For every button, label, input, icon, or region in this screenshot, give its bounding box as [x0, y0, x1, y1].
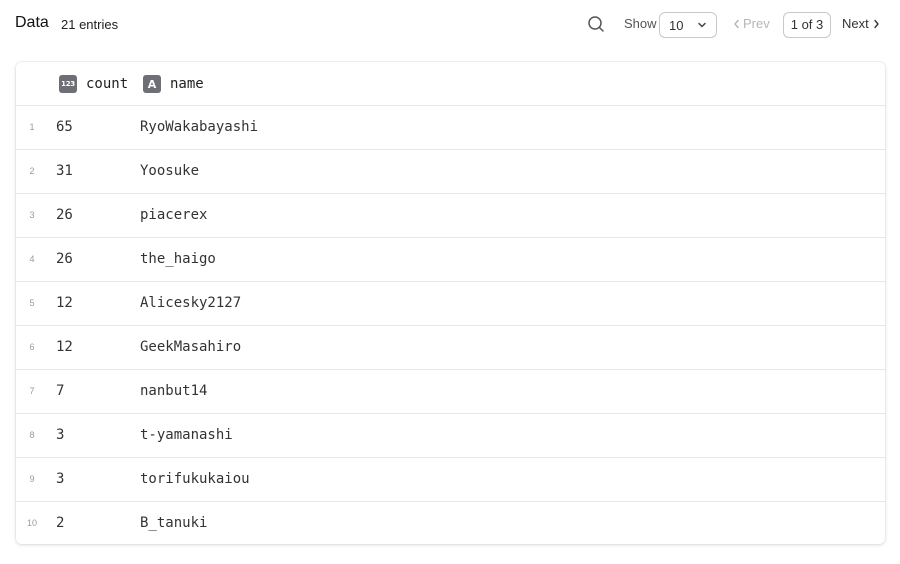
count-cell: 31 — [56, 163, 73, 179]
row-index: 7 — [29, 386, 35, 396]
count-cell: 12 — [56, 339, 73, 355]
table-row[interactable]: 9 3 torifukukaiou — [16, 458, 885, 502]
name-cell: t-yamanashi — [140, 427, 233, 443]
table-row[interactable]: 6 12 GeekMasahiro — [16, 326, 885, 370]
table-body: 1 65 RyoWakabayashi 2 31 Yoosuke 3 26 pi… — [16, 106, 885, 544]
column-label: count — [86, 76, 129, 92]
row-index: 8 — [29, 430, 35, 440]
row-index: 6 — [29, 342, 35, 352]
row-index: 3 — [29, 210, 35, 220]
next-label: Next — [842, 16, 869, 31]
next-page-button[interactable]: Next — [842, 16, 880, 31]
name-cell: torifukukaiou — [140, 471, 250, 487]
row-index: 5 — [29, 298, 35, 308]
search-icon[interactable] — [587, 15, 605, 33]
name-cell: Alicesky2127 — [140, 295, 242, 311]
row-index: 9 — [29, 474, 35, 484]
page-size-value: 10 — [669, 18, 684, 33]
column-header-name[interactable]: A name — [143, 74, 204, 94]
row-index: 2 — [29, 166, 35, 176]
name-cell: the_haigo — [140, 251, 216, 267]
name-cell: GeekMasahiro — [140, 339, 242, 355]
count-cell: 7 — [56, 383, 65, 399]
name-cell: B_tanuki — [140, 515, 208, 531]
table-row[interactable]: 7 7 nanbut14 — [16, 370, 885, 414]
table-row[interactable]: 3 26 piacerex — [16, 194, 885, 238]
row-index: 4 — [29, 254, 35, 264]
row-index: 1 — [29, 122, 35, 132]
table-row[interactable]: 2 31 Yoosuke — [16, 150, 885, 194]
page-size-select[interactable]: 10 — [659, 12, 717, 38]
count-cell: 65 — [56, 119, 73, 135]
count-cell: 26 — [56, 251, 73, 267]
text-type-icon: A — [143, 75, 161, 93]
chevron-down-icon — [698, 22, 706, 28]
table-row[interactable]: 8 3 t-yamanashi — [16, 414, 885, 458]
column-header-count[interactable]: 123 count — [59, 74, 128, 94]
data-toolbar: Data 21 entries Show 10 Prev 1 of 3 Next — [0, 0, 900, 50]
table-row[interactable]: 1 65 RyoWakabayashi — [16, 106, 885, 150]
entries-count: 21 entries — [61, 17, 119, 32]
chevron-left-icon — [734, 19, 739, 29]
row-index: 10 — [26, 518, 37, 528]
number-type-icon: 123 — [59, 75, 77, 93]
page-indicator: 1 of 3 — [783, 12, 831, 38]
table-row[interactable]: 4 26 the_haigo — [16, 238, 885, 282]
prev-page-button[interactable]: Prev — [733, 16, 770, 31]
count-cell: 2 — [56, 515, 65, 531]
count-cell: 26 — [56, 207, 73, 223]
name-cell: Yoosuke — [140, 163, 200, 179]
prev-label: Prev — [743, 16, 770, 31]
page-title: Data — [15, 14, 49, 31]
count-cell: 12 — [56, 295, 73, 311]
count-cell: 3 — [56, 471, 65, 487]
name-cell: piacerex — [140, 207, 208, 223]
column-label: name — [170, 76, 204, 92]
table-row[interactable]: 5 12 Alicesky2127 — [16, 282, 885, 326]
table-header: 123 count A name — [16, 62, 885, 106]
name-cell: RyoWakabayashi — [140, 119, 259, 135]
table-row[interactable]: 10 2 B_tanuki — [16, 502, 885, 544]
name-cell: nanbut14 — [140, 383, 208, 399]
chevron-right-icon — [874, 19, 879, 29]
count-cell: 3 — [56, 427, 65, 443]
data-table: 123 count A name 1 65 RyoWakabayashi 2 3… — [16, 62, 885, 544]
show-label: Show — [624, 16, 657, 31]
